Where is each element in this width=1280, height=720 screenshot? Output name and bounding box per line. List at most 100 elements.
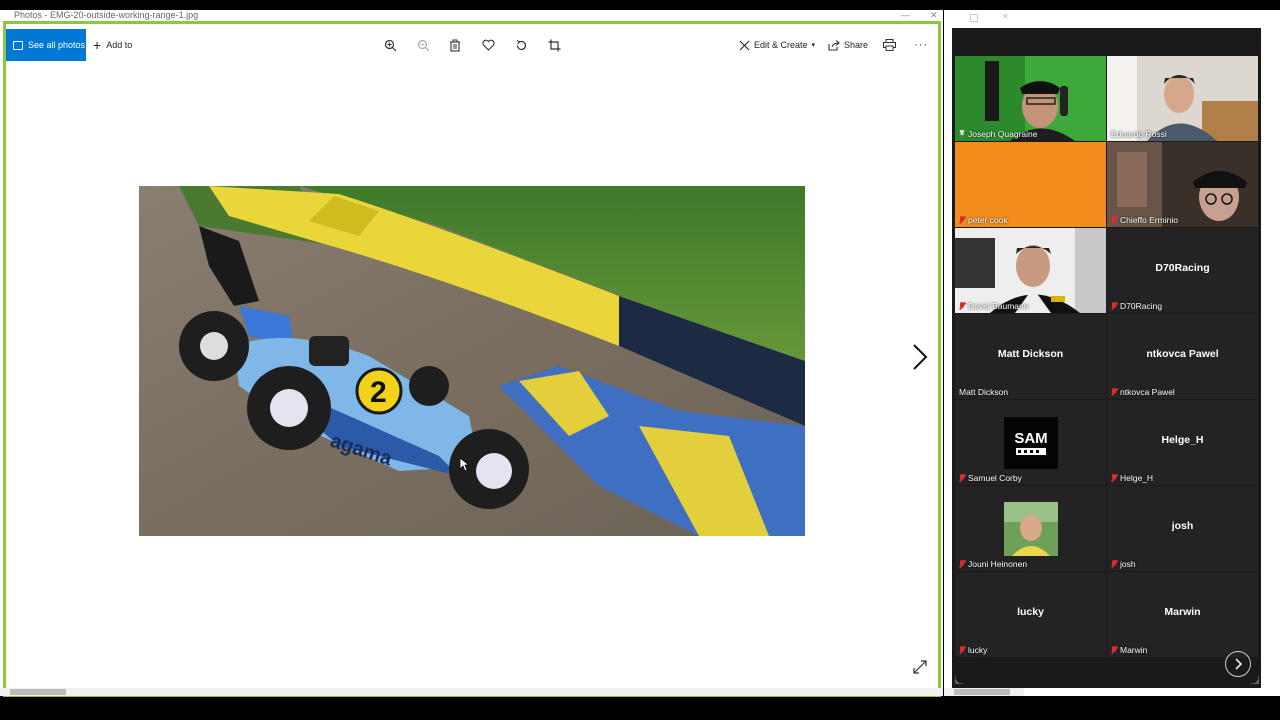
muted-mic-icon: [959, 216, 965, 224]
plus-icon: +: [93, 37, 102, 53]
zoom-in-icon[interactable]: [382, 37, 398, 53]
muted-mic-icon: [1111, 474, 1117, 482]
car-number: 2: [370, 376, 387, 409]
participant-tile[interactable]: Eduardo Rossi: [1107, 56, 1258, 141]
window-title: Photos - EMG-20-outside-working-range-1.…: [14, 10, 199, 20]
participant-label: peter cook: [959, 215, 1008, 225]
participant-name: D70Racing: [1120, 301, 1163, 311]
participant-name: ntkovca Pawel: [1120, 387, 1175, 397]
close-window-icon[interactable]: ✕: [1002, 12, 1009, 21]
participant-label: ntkovca Pawel: [1111, 387, 1175, 397]
resize-handle-icon[interactable]: [955, 676, 963, 684]
participant-name: lucky: [968, 645, 988, 655]
participant-name: peter cook: [968, 215, 1008, 225]
share-button[interactable]: Share: [828, 29, 868, 61]
muted-mic-icon: [959, 560, 965, 568]
scroll-thumb[interactable]: [10, 689, 66, 695]
muted-mic-icon: [1111, 560, 1117, 568]
close-window-icon[interactable]: ✕: [930, 10, 938, 21]
zoom-out-icon[interactable]: [415, 37, 431, 53]
zoom-window-title: ✕: [944, 10, 1024, 28]
participant-tile[interactable]: Chieffo Erminio: [1107, 142, 1258, 227]
more-options-icon[interactable]: ···: [913, 37, 929, 53]
add-to-button[interactable]: + Add to: [93, 29, 132, 61]
scroll-thumb[interactable]: [954, 689, 1010, 695]
participant-label: Marwin: [1111, 645, 1147, 655]
bottom-scroll-strip: [944, 688, 1024, 696]
share-icon: [828, 39, 840, 51]
participant-name: Marwin: [1120, 645, 1148, 655]
zoom-gallery-panel: Joseph Quagraine Eduardo Rossi peter coo…: [952, 28, 1261, 688]
participant-tile[interactable]: D70Racing D70Racing: [1107, 228, 1258, 313]
participant-name: Chieffo Erminio: [1120, 215, 1178, 225]
chevron-down-icon: ▾: [811, 42, 816, 49]
bottom-scroll-strip: [0, 688, 943, 696]
participant-label: Matt Dickson: [959, 387, 1008, 397]
edit-icon: [739, 40, 750, 50]
see-all-photos-label: See all photos: [28, 40, 86, 50]
pin-icon: [959, 130, 965, 138]
participant-tile[interactable]: Joseph Quagraine: [955, 56, 1106, 141]
participant-label: Helge_H: [1111, 473, 1153, 483]
participant-label: josh: [1111, 559, 1136, 569]
participant-tile[interactable]: peter cook: [955, 142, 1106, 227]
participant-name: Samuel Corby: [968, 473, 1022, 483]
photo-image: 2 agama: [139, 186, 805, 536]
participant-center-name: Matt Dickson: [997, 348, 1064, 360]
favorite-icon[interactable]: [480, 37, 496, 53]
crop-icon[interactable]: [546, 37, 562, 53]
delete-icon[interactable]: [447, 37, 463, 53]
participant-tile[interactable]: lucky lucky: [955, 572, 1106, 657]
minimize-icon[interactable]: [970, 14, 978, 22]
participant-tile[interactable]: Matt Dickson Matt Dickson: [955, 314, 1106, 399]
participant-tile[interactable]: ntkovca Pawel ntkovca Pawel: [1107, 314, 1258, 399]
edit-create-button[interactable]: Edit & Create ▾: [739, 29, 815, 61]
profile-photo-avatar: [1004, 502, 1058, 556]
muted-mic-icon: [1111, 388, 1117, 396]
rotate-icon[interactable]: [513, 37, 529, 53]
muted-mic-icon: [959, 474, 965, 482]
participant-label: Samuel Corby: [959, 473, 1022, 483]
expand-icon[interactable]: [912, 659, 928, 675]
participant-label: lucky: [959, 645, 987, 655]
print-icon[interactable]: [881, 37, 897, 53]
participant-center-name: ntkovca Pawel: [1146, 348, 1219, 360]
participant-tile[interactable]: josh josh: [1107, 486, 1258, 571]
participant-tile[interactable]: Marwin Marwin: [1107, 572, 1258, 657]
participant-label: David Baumann: [959, 301, 1028, 311]
participant-name: josh: [1120, 559, 1136, 569]
muted-mic-icon: [1111, 302, 1117, 310]
participant-name: Eduardo Rossi: [1111, 129, 1167, 139]
sam-logo-text: SAM: [1014, 430, 1047, 447]
participant-center-name: lucky: [1017, 606, 1044, 618]
participant-center-name: josh: [1171, 520, 1194, 532]
participant-name: Helge_H: [1120, 473, 1154, 483]
see-all-photos-button[interactable]: See all photos: [6, 29, 86, 61]
next-page-button[interactable]: [1225, 651, 1251, 677]
participant-label: Eduardo Rossi: [1111, 129, 1167, 139]
add-to-label: Add to: [106, 40, 133, 50]
photos-icon: [13, 40, 23, 50]
minimize-icon[interactable]: —: [901, 10, 910, 21]
resize-handle-icon[interactable]: [1251, 676, 1259, 684]
participant-tile[interactable]: Jouni Heinonen: [955, 486, 1106, 571]
mouse-cursor-icon: [460, 458, 470, 472]
participant-tile[interactable]: SAM Samuel Corby: [955, 400, 1106, 485]
muted-mic-icon: [959, 646, 965, 654]
participant-name: David Baumann: [968, 301, 1029, 311]
participant-tile[interactable]: Helge_H Helge_H: [1107, 400, 1258, 485]
participant-label: Joseph Quagraine: [959, 129, 1037, 139]
participant-center-name: Marwin: [1164, 606, 1201, 618]
participant-label: D70Racing: [1111, 301, 1162, 311]
photos-toolbar: See all photos + Add to Edit & Create ▾: [6, 29, 936, 61]
participant-name: Joseph Quagraine: [968, 129, 1038, 139]
next-photo-arrow-icon[interactable]: [908, 343, 932, 371]
participant-center-name: D70Racing: [1155, 262, 1210, 274]
share-label: Share: [844, 40, 869, 50]
participant-label: Chieffo Erminio: [1111, 215, 1178, 225]
window-title-bar: Photos - EMG-20-outside-working-range-1.…: [0, 10, 943, 21]
participant-tile[interactable]: David Baumann: [955, 228, 1106, 313]
participant-name: Matt Dickson: [959, 387, 1009, 397]
sam-logo-avatar: SAM: [1004, 417, 1058, 469]
participant-label: Jouni Heinonen: [959, 559, 1027, 569]
